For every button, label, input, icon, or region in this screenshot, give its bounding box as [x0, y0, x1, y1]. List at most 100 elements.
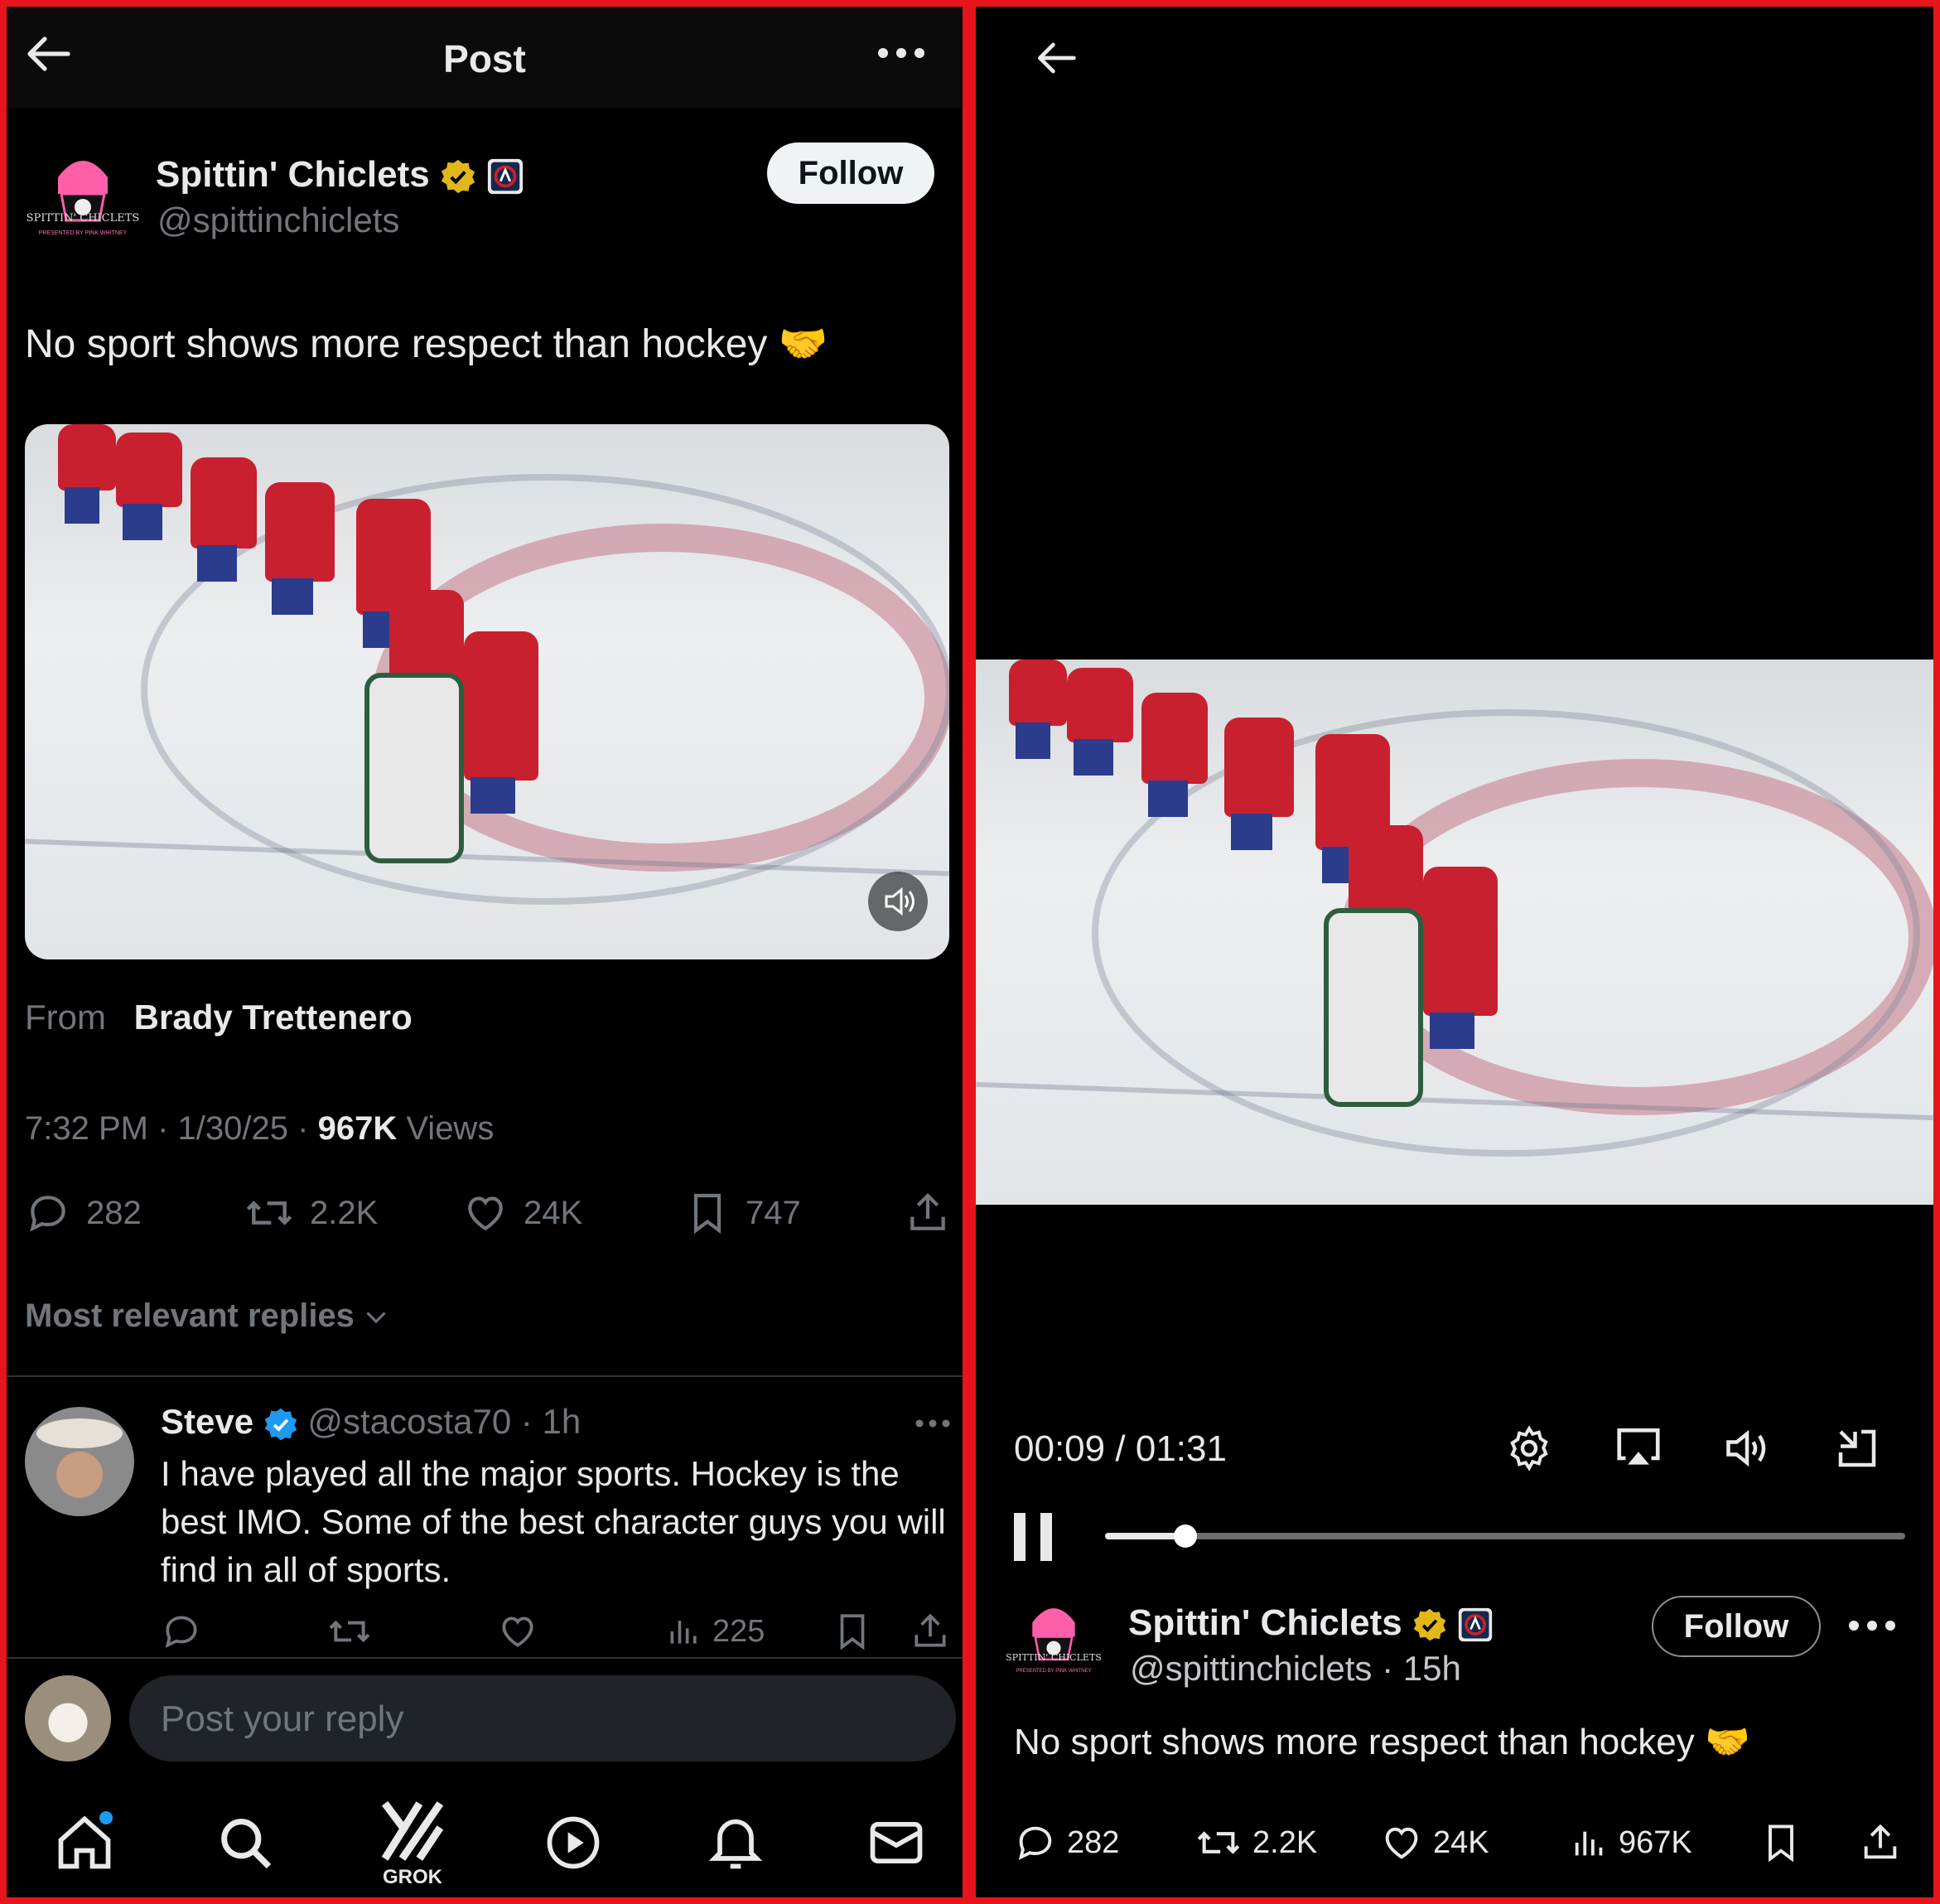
back-arrow-icon: [1038, 42, 1076, 74]
bookmark-icon: [693, 1193, 721, 1235]
from-label: From: [25, 998, 106, 1037]
player: [58, 424, 116, 524]
avatar[interactable]: SPITTIN' CHICLETS PRESENTED BY PINK WHIT…: [1004, 1594, 1103, 1694]
player: [1423, 867, 1498, 1049]
like-action[interactable]: 24K: [1380, 1821, 1489, 1864]
repost-icon: [1197, 1831, 1240, 1854]
reply-reply-action[interactable]: [161, 1611, 202, 1652]
reply-share-action[interactable]: [910, 1611, 951, 1652]
nav-home[interactable]: [53, 1811, 116, 1874]
composer-avatar[interactable]: [25, 1675, 111, 1761]
views-icon: [670, 1621, 697, 1644]
repost-action[interactable]: 2.2K: [244, 1190, 378, 1236]
player: [116, 433, 182, 540]
reply-icon: [165, 1616, 197, 1649]
author-name[interactable]: Spittin' Chiclets: [156, 154, 430, 195]
avatar[interactable]: SPITTIN' CHICLETS PRESENTED BY PINK WHIT…: [25, 144, 141, 260]
player: [191, 457, 257, 582]
grok-icon: [381, 1800, 444, 1861]
share-action[interactable]: [905, 1190, 951, 1236]
more-button[interactable]: [1847, 1619, 1897, 1632]
more-icon: [878, 48, 924, 58]
replies-sort-toggle[interactable]: Most relevant replies: [25, 1298, 391, 1335]
airplay-icon: [1617, 1428, 1660, 1465]
author-name[interactable]: Spittin' Chiclets: [1128, 1602, 1402, 1643]
progress-track[interactable]: [1105, 1525, 1905, 1548]
repost-action[interactable]: 2.2K: [1194, 1821, 1317, 1864]
post-date: 1/30/25: [177, 1110, 289, 1147]
reply-bookmark-action[interactable]: [832, 1611, 873, 1652]
airplay-button[interactable]: [1612, 1422, 1665, 1473]
blue-verified-icon: [264, 1408, 297, 1441]
nav-messages[interactable]: [865, 1811, 928, 1874]
affiliate-badge-icon: [488, 159, 524, 195]
share-icon: [910, 1193, 945, 1230]
pause-button[interactable]: [1011, 1511, 1057, 1563]
mail-icon: [870, 1821, 923, 1864]
post-text: No sport shows more respect than hockey …: [1014, 1722, 1750, 1762]
reply-action[interactable]: 282: [1014, 1821, 1119, 1864]
bookmark-action[interactable]: [1759, 1821, 1802, 1864]
post-time: 7:32 PM: [25, 1110, 148, 1147]
reply-avatar[interactable]: [25, 1407, 134, 1516]
reply-repost-action[interactable]: [326, 1611, 373, 1652]
video-frame[interactable]: [976, 660, 1933, 1205]
reply-views-action[interactable]: 225: [666, 1611, 765, 1652]
volume-button[interactable]: [1721, 1423, 1773, 1473]
more-icon: [915, 1419, 950, 1428]
exit-fullscreen-button[interactable]: [1832, 1423, 1882, 1473]
nav-grok[interactable]: GROK: [371, 1796, 454, 1896]
top-bar: Post: [7, 7, 963, 108]
reply-more-button[interactable]: [915, 1418, 951, 1428]
player: [1224, 718, 1294, 850]
reply-icon: [30, 1196, 65, 1232]
settings-button[interactable]: [1504, 1423, 1554, 1473]
progress-handle[interactable]: [1173, 1525, 1197, 1548]
more-icon: [1849, 1621, 1895, 1631]
helmet-logo-icon: [1032, 1608, 1075, 1661]
views-icon: [1575, 1831, 1603, 1856]
bookmark-icon: [1769, 1824, 1793, 1863]
mute-button[interactable]: [868, 872, 928, 931]
repost-icon: [329, 1620, 370, 1643]
notification-dot: [99, 1811, 113, 1824]
reply-header: Steve @stacosta70 · 1h: [161, 1402, 582, 1441]
post-detail-panel: Post SPITTIN' CHICLETS PRESENTED BY PINK…: [0, 0, 969, 1904]
more-button[interactable]: [876, 46, 926, 60]
nav-video[interactable]: [542, 1811, 605, 1874]
nav-notifications[interactable]: [704, 1811, 767, 1874]
repost-icon: [246, 1201, 292, 1225]
back-button[interactable]: [1035, 40, 1077, 76]
like-icon: [502, 1616, 533, 1647]
player: [265, 482, 335, 615]
search-icon: [221, 1819, 272, 1869]
reply-input[interactable]: Post your reply: [129, 1675, 956, 1761]
views-action[interactable]: 967K: [1571, 1821, 1692, 1864]
post-video[interactable]: [25, 424, 949, 959]
follow-button[interactable]: Follow: [1652, 1596, 1821, 1657]
player: [1009, 660, 1067, 759]
like-icon: [1385, 1827, 1418, 1859]
share-action[interactable]: [1859, 1821, 1902, 1864]
reply-action[interactable]: 282: [25, 1190, 142, 1236]
follow-button[interactable]: Follow: [767, 143, 934, 204]
reply-handle[interactable]: @stacosta70: [307, 1402, 511, 1441]
reply-author-name[interactable]: Steve: [161, 1402, 253, 1441]
like-action[interactable]: 24K: [462, 1190, 582, 1236]
bottom-nav: GROK: [7, 1788, 963, 1897]
author-name-row: Spittin' Chiclets: [1128, 1602, 1494, 1644]
like-icon: [468, 1196, 503, 1231]
author-handle[interactable]: @spittinchiclets: [1130, 1649, 1372, 1688]
from-author[interactable]: Brady Trettenero: [134, 998, 413, 1037]
reply-like-action[interactable]: [497, 1611, 538, 1652]
helmet-logo-icon: [58, 161, 108, 222]
page-title: Post: [443, 37, 526, 80]
pause-icon: [1014, 1513, 1052, 1561]
player: [1141, 693, 1208, 817]
player: [464, 631, 538, 814]
post-text: No sport shows more respect than hockey …: [25, 322, 828, 366]
author-handle[interactable]: @spittinchiclets: [157, 201, 399, 240]
bookmark-action[interactable]: 747: [684, 1190, 801, 1236]
affiliate-badge-icon: [1459, 1608, 1493, 1642]
nav-search[interactable]: [214, 1811, 277, 1874]
